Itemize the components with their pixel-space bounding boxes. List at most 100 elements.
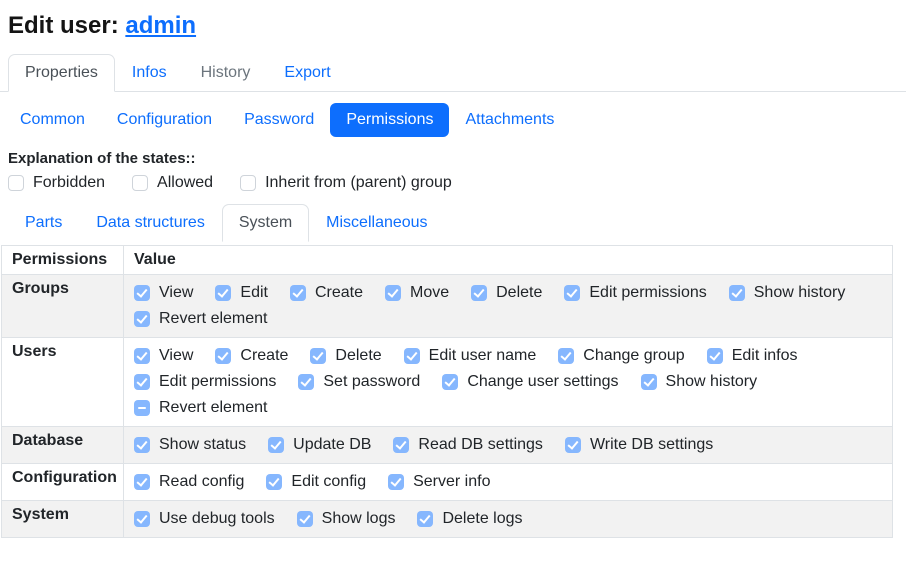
- database-write-db-settings-checkbox[interactable]: [565, 437, 581, 453]
- configuration-server-info-checkbox[interactable]: [388, 474, 404, 490]
- table-header-row: Permissions Value: [2, 246, 893, 275]
- permission-label: Edit config: [291, 473, 366, 491]
- permission-item-show-logs: Show logs: [297, 510, 396, 528]
- groups-delete-checkbox[interactable]: [471, 285, 487, 301]
- groups-show-history-checkbox[interactable]: [729, 285, 745, 301]
- users-edit-user-name-checkbox[interactable]: [404, 348, 420, 364]
- permission-label: Edit: [240, 284, 268, 302]
- permission-label: Create: [315, 284, 363, 302]
- permission-values-cell: Show statusUpdate DBRead DB settingsWrit…: [124, 427, 893, 464]
- configuration-read-config-checkbox[interactable]: [134, 474, 150, 490]
- configuration-edit-config-checkbox[interactable]: [266, 474, 282, 490]
- users-delete-checkbox[interactable]: [310, 348, 326, 364]
- permission-item-revert-element: Revert element: [134, 399, 268, 417]
- permission-values-cell: View Edit Create Move Delete Edit permissions…: [124, 275, 893, 338]
- permission-item-set-password: Set password: [298, 373, 420, 391]
- permission-label: Write DB settings: [590, 436, 713, 454]
- permission-label: Delete: [335, 347, 381, 365]
- users-change-group-checkbox[interactable]: [558, 348, 574, 364]
- permission-category-tabs: PartsData structuresSystemMiscellaneous: [0, 204, 906, 242]
- legend-forbidden-checkbox[interactable]: [8, 175, 24, 191]
- permissions-column-header: Permissions: [2, 246, 124, 275]
- system-delete-logs-checkbox[interactable]: [417, 511, 433, 527]
- legend-allowed-checkbox[interactable]: [132, 175, 148, 191]
- page-title: Edit user: admin: [8, 12, 898, 40]
- permission-item-edit-infos: Edit infos: [707, 347, 798, 365]
- sub-tab-data-structures[interactable]: Data structures: [79, 204, 221, 242]
- main-tab-history: History: [184, 54, 268, 92]
- database-update-db-checkbox[interactable]: [268, 437, 284, 453]
- pill-tab-permissions[interactable]: Permissions: [330, 103, 449, 137]
- users-show-history-checkbox[interactable]: [641, 374, 657, 390]
- permission-label: Server info: [413, 473, 490, 491]
- pill-tab-common[interactable]: Common: [4, 103, 101, 137]
- permission-label: Edit permissions: [589, 284, 706, 302]
- permission-item-create: Create: [290, 284, 363, 302]
- permission-item-use-debug-tools: Use debug tools: [134, 510, 275, 528]
- system-use-debug-tools-checkbox[interactable]: [134, 511, 150, 527]
- permission-line: Read configEdit configServer info: [134, 469, 882, 495]
- permission-item-delete-logs: Delete logs: [417, 510, 522, 528]
- permission-item-edit-permissions: Edit permissions: [134, 373, 276, 391]
- permission-item-show-status: Show status: [134, 436, 246, 454]
- groups-create-checkbox[interactable]: [290, 285, 306, 301]
- groups-edit-permissions-checkbox[interactable]: [564, 285, 580, 301]
- groups-move-checkbox[interactable]: [385, 285, 401, 301]
- sub-tab-parts[interactable]: Parts: [8, 204, 79, 242]
- permission-item-server-info: Server info: [388, 473, 490, 491]
- pill-tab-configuration[interactable]: Configuration: [101, 103, 228, 137]
- users-set-password-checkbox[interactable]: [298, 374, 314, 390]
- users-edit-permissions-checkbox[interactable]: [134, 374, 150, 390]
- permission-item-edit-user-name: Edit user name: [404, 347, 537, 365]
- permission-label: Show logs: [322, 510, 396, 528]
- permission-line: Show statusUpdate DBRead DB settingsWrit…: [134, 432, 882, 458]
- permission-label: Show history: [666, 373, 758, 391]
- permission-row-configuration: ConfigurationRead configEdit configServe…: [2, 464, 893, 501]
- main-tab-export[interactable]: Export: [267, 54, 347, 92]
- permission-category-users: Users: [2, 338, 124, 427]
- permission-row-database: DatabaseShow statusUpdate DBRead DB sett…: [2, 427, 893, 464]
- pill-tab-attachments[interactable]: Attachments: [449, 103, 570, 137]
- permission-label: View: [159, 284, 193, 302]
- permission-label: Create: [240, 347, 288, 365]
- users-edit-infos-checkbox[interactable]: [707, 348, 723, 364]
- users-change-user-settings-checkbox[interactable]: [442, 374, 458, 390]
- system-show-logs-checkbox[interactable]: [297, 511, 313, 527]
- permission-label: Change group: [583, 347, 684, 365]
- permission-line: View Edit Create Move Delete Edit permissions…: [134, 280, 882, 306]
- groups-edit-checkbox[interactable]: [215, 285, 231, 301]
- permission-row-groups: GroupsViewEditCreateMoveDeleteEdit permi…: [2, 275, 893, 338]
- permission-label: Update DB: [293, 436, 371, 454]
- groups-revert-element-checkbox[interactable]: [134, 311, 150, 327]
- permission-label: Revert element: [159, 399, 268, 417]
- pill-tab-password[interactable]: Password: [228, 103, 330, 137]
- edited-user-link[interactable]: admin: [125, 12, 196, 39]
- permission-row-system: System Use debug tools Show logs Delete log…: [2, 501, 893, 538]
- database-read-db-settings-checkbox[interactable]: [393, 437, 409, 453]
- permission-item-change-group: Change group: [558, 347, 684, 365]
- permission-label: Revert element: [159, 310, 268, 328]
- legend-item-label: Allowed: [157, 174, 213, 192]
- users-view-checkbox[interactable]: [134, 348, 150, 364]
- permission-line: Revert element: [134, 306, 882, 332]
- users-revert-element-checkbox[interactable]: [134, 400, 150, 416]
- sub-tab-miscellaneous[interactable]: Miscellaneous: [309, 204, 444, 242]
- permission-label: Delete: [496, 284, 542, 302]
- permissions-table: Permissions Value GroupsViewEditCreateMo…: [1, 245, 893, 538]
- edit-user-page: Edit user: admin PropertiesInfosHistoryE…: [0, 0, 906, 538]
- users-create-checkbox[interactable]: [215, 348, 231, 364]
- permission-category-database: Database: [2, 427, 124, 464]
- permission-label: Change user settings: [467, 373, 618, 391]
- main-tab-properties[interactable]: Properties: [8, 54, 115, 92]
- main-tab-infos[interactable]: Infos: [115, 54, 184, 92]
- database-show-status-checkbox[interactable]: [134, 437, 150, 453]
- sub-tab-system[interactable]: System: [222, 204, 309, 242]
- legend-inherit-from-parent-group-checkbox[interactable]: [240, 175, 256, 191]
- permission-label: Edit user name: [429, 347, 537, 365]
- permission-category-system: System: [2, 501, 124, 538]
- permission-label: Move: [410, 284, 449, 302]
- permission-item-show-history: Show history: [641, 373, 758, 391]
- properties-section-tabs: CommonConfigurationPasswordPermissionsAt…: [0, 103, 906, 137]
- groups-view-checkbox[interactable]: [134, 285, 150, 301]
- permission-item-create: Create: [215, 347, 288, 365]
